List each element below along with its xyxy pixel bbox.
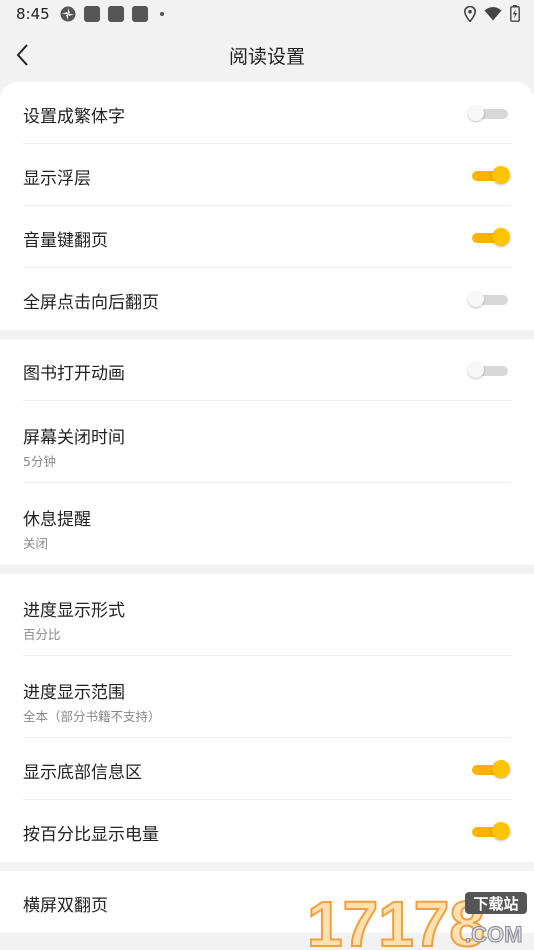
- setting-label: 设置成繁体字: [23, 107, 125, 127]
- setting-value: 关闭: [23, 536, 49, 551]
- watermark-logo: 17178 下载站 .COM: [306, 890, 527, 948]
- setting-label: 显示浮层: [23, 169, 91, 189]
- settings-group-behavior: 图书打开动画 屏幕关闭时间 5分钟 休息提醒 关闭: [0, 339, 534, 565]
- setting-book-open-animation[interactable]: 图书打开动画: [23, 339, 511, 401]
- app-icon: [132, 6, 148, 22]
- settings-group-progress: 进度显示形式 百分比 进度显示范围 全本（部分书籍不支持） 显示底部信息区 按百…: [0, 574, 534, 862]
- setting-traditional-chinese[interactable]: 设置成繁体字: [23, 82, 511, 144]
- setting-volume-key-page[interactable]: 音量键翻页: [23, 206, 511, 268]
- app-icon: [108, 6, 124, 22]
- watermark-number: 17178: [307, 890, 485, 948]
- setting-value: 百分比: [23, 627, 61, 642]
- status-bar: 8:45: [0, 0, 534, 28]
- setting-value: 5分钟: [23, 454, 56, 469]
- watermark-domain: .COM: [465, 922, 522, 947]
- book-open-animation-toggle[interactable]: [468, 361, 508, 379]
- pinwheel-icon: [60, 6, 76, 22]
- setting-bottom-info-area[interactable]: 显示底部信息区: [23, 738, 511, 800]
- setting-label: 休息提醒: [23, 510, 91, 530]
- dot-icon: [160, 12, 164, 16]
- location-icon: [464, 5, 476, 22]
- bottom-info-area-toggle[interactable]: [470, 760, 510, 778]
- watermark-tag: 下载站: [473, 895, 518, 913]
- traditional-chinese-toggle[interactable]: [468, 104, 508, 122]
- setting-progress-format[interactable]: 进度显示形式 百分比: [23, 574, 511, 656]
- status-system-icons: [464, 5, 520, 22]
- setting-label: 按百分比显示电量: [23, 825, 159, 845]
- setting-label: 进度显示形式: [23, 601, 125, 621]
- setting-label: 进度显示范围: [23, 683, 125, 703]
- status-notification-icons: [60, 6, 164, 22]
- volume-key-page-toggle[interactable]: [470, 228, 510, 246]
- wifi-icon: [484, 7, 502, 21]
- setting-screen-off-time[interactable]: 屏幕关闭时间 5分钟: [23, 401, 511, 483]
- app-icon: [84, 6, 100, 22]
- setting-label: 图书打开动画: [23, 364, 125, 384]
- battery-percent-toggle[interactable]: [470, 822, 510, 840]
- navigation-bar: 阅读设置: [0, 28, 534, 82]
- setting-progress-range[interactable]: 进度显示范围 全本（部分书籍不支持）: [23, 656, 511, 738]
- page-title: 阅读设置: [228, 46, 305, 68]
- setting-label: 屏幕关闭时间: [23, 428, 125, 448]
- battery-charging-icon: [510, 5, 520, 22]
- setting-rest-reminder[interactable]: 休息提醒 关闭: [23, 483, 511, 565]
- setting-battery-percent[interactable]: 按百分比显示电量: [23, 800, 511, 862]
- setting-fullscreen-tap-forward[interactable]: 全屏点击向后翻页: [23, 268, 511, 330]
- setting-label: 全屏点击向后翻页: [23, 293, 159, 313]
- status-time: 8:45: [16, 5, 50, 23]
- fullscreen-tap-forward-toggle[interactable]: [468, 290, 508, 308]
- setting-label: 横屏双翻页: [23, 896, 108, 916]
- settings-list: 设置成繁体字 显示浮层 音量键翻页 全屏点击向后翻页 图书打开动画 屏幕关闭时间…: [0, 82, 534, 950]
- settings-group-display: 设置成繁体字 显示浮层 音量键翻页 全屏点击向后翻页: [0, 82, 534, 330]
- setting-label: 音量键翻页: [23, 231, 108, 251]
- setting-value: 全本（部分书籍不支持）: [23, 709, 161, 724]
- show-overlay-toggle[interactable]: [470, 166, 510, 184]
- setting-label: 显示底部信息区: [23, 763, 142, 783]
- setting-show-overlay[interactable]: 显示浮层: [23, 144, 511, 206]
